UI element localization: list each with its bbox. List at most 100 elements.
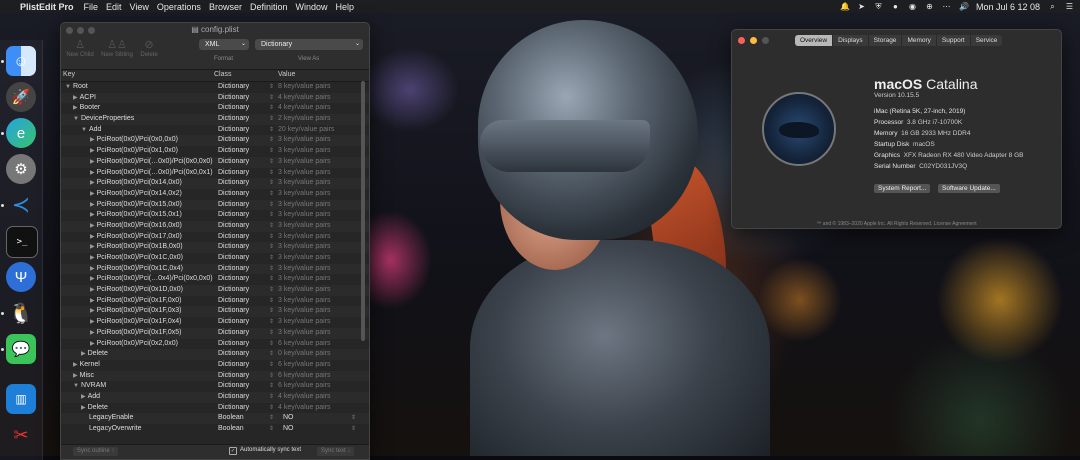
row-value[interactable]: 6 key/value pairs [278, 381, 331, 392]
disclosure-collapsed-icon[interactable]: ▶ [73, 362, 78, 368]
row-class[interactable]: Dictionary [218, 210, 249, 221]
menu-definition[interactable]: Definition [250, 2, 296, 12]
disclosure-collapsed-icon[interactable]: ▶ [90, 159, 95, 165]
class-stepper-icon[interactable]: ⇕ [269, 339, 274, 350]
edge-icon[interactable]: e [6, 118, 36, 148]
outline-row[interactable]: ▶ Delete Dictionary ⇕ 4 key/value pairs [61, 403, 369, 414]
tab-overview[interactable]: Overview [795, 35, 834, 46]
outline-row[interactable]: ▶ Misc Dictionary ⇕ 6 key/value pairs [61, 370, 369, 382]
row-class[interactable]: Dictionary [218, 306, 249, 317]
window-titlebar[interactable]: Overview Displays Storage Memory Support… [732, 30, 1061, 50]
row-class[interactable]: Dictionary [218, 274, 249, 285]
disclosure-collapsed-icon[interactable]: ▶ [90, 170, 95, 176]
outline-row[interactable]: ▶ PciRoot(0x0)/Pci(0x1C,0x0) Dictionary ⇕ 3 … [61, 253, 369, 264]
outline-row[interactable]: ▼ Add Dictionary ⇕ 20 key/value pairs [61, 125, 369, 136]
tab-storage[interactable]: Storage [869, 35, 903, 46]
class-stepper-icon[interactable]: ⇕ [269, 157, 274, 168]
row-value[interactable]: 3 key/value pairs [278, 296, 331, 307]
row-value[interactable]: 6 key/value pairs [278, 371, 331, 382]
disclosure-collapsed-icon[interactable]: ▶ [90, 266, 95, 272]
search-icon[interactable]: ⌕ [1048, 2, 1057, 11]
row-value[interactable]: 3 key/value pairs [278, 264, 331, 275]
menu-file[interactable]: File [84, 2, 107, 12]
minimize-button[interactable] [750, 37, 757, 44]
class-stepper-icon[interactable]: ⇕ [269, 168, 274, 179]
disclosure-collapsed-icon[interactable]: ▶ [90, 234, 95, 240]
class-stepper-icon[interactable]: ⇕ [269, 296, 274, 307]
row-class[interactable]: Boolean [218, 413, 244, 424]
outline-row[interactable]: LegacyOverwrite Boolean ⇕ NO ⇕ [61, 424, 369, 435]
class-stepper-icon[interactable]: ⇕ [269, 200, 274, 211]
menu-operations[interactable]: Operations [157, 2, 209, 12]
row-class[interactable]: Boolean [218, 424, 244, 435]
wechat-icon[interactable]: ◉ [908, 2, 917, 11]
row-class[interactable]: Dictionary [218, 168, 249, 179]
outline-row[interactable]: ▶ Add Dictionary ⇕ 4 key/value pairs [61, 391, 369, 403]
menu-view[interactable]: View [130, 2, 157, 12]
istat-icon[interactable]: ▥ [6, 384, 36, 414]
outline-row[interactable]: ▼ Root Dictionary ⇕ 8 key/value pairs [61, 82, 369, 93]
outline-row[interactable]: ▶ PciRoot(0x0)/Pci(0x1B,0x0) Dictionary ⇕ 3 … [61, 242, 369, 253]
terminal-icon[interactable]: >_ [6, 226, 38, 258]
row-value[interactable]: 3 key/value pairs [278, 135, 331, 146]
qq-icon[interactable]: 🐧 [6, 298, 36, 328]
row-class[interactable]: Dictionary [218, 296, 249, 307]
row-value[interactable]: 3 key/value pairs [278, 232, 331, 243]
sync-text-button[interactable]: Sync text ↓ [317, 447, 355, 456]
menu-list-icon[interactable]: ☰ [1065, 2, 1074, 11]
vscode-icon[interactable]: ≺ [6, 190, 36, 220]
row-value[interactable]: NO [283, 424, 294, 435]
row-class[interactable]: Dictionary [218, 103, 249, 114]
volume-icon[interactable]: 🔊 [959, 2, 969, 11]
row-value[interactable]: 6 key/value pairs [278, 360, 331, 371]
tab-support[interactable]: Support [937, 35, 971, 46]
row-value[interactable]: 4 key/value pairs [278, 93, 331, 104]
class-stepper-icon[interactable]: ⇕ [269, 253, 274, 264]
class-stepper-icon[interactable]: ⇕ [269, 242, 274, 253]
class-stepper-icon[interactable]: ⇕ [269, 135, 274, 146]
outline-row[interactable]: ▶ PciRoot(0x0)/Pci(0x1F,0x3) Dictionary ⇕ 3 … [61, 306, 369, 318]
window-titlebar[interactable]: ▤ config.plist [61, 23, 369, 37]
value-stepper-icon[interactable]: ⇕ [351, 413, 356, 424]
class-stepper-icon[interactable]: ⇕ [269, 82, 274, 93]
row-class[interactable]: Dictionary [218, 135, 249, 146]
row-class[interactable]: Dictionary [218, 178, 249, 189]
class-stepper-icon[interactable]: ⇕ [269, 264, 274, 275]
row-class[interactable]: Dictionary [218, 146, 249, 157]
row-value[interactable]: 3 key/value pairs [278, 210, 331, 221]
row-class[interactable]: Dictionary [218, 403, 249, 414]
disclosure-collapsed-icon[interactable]: ▶ [90, 341, 95, 347]
row-value[interactable]: 3 key/value pairs [278, 285, 331, 296]
outline-row[interactable]: ▶ PciRoot(0x0)/Pci(0x1D,0x0) Dictionary ⇕ 3 … [61, 285, 369, 296]
menu-browser[interactable]: Browser [209, 2, 250, 12]
dots-icon[interactable]: ⋯ [942, 2, 951, 11]
class-stepper-icon[interactable]: ⇕ [269, 93, 274, 104]
outline-row[interactable]: ▼ DeviceProperties Dictionary ⇕ 2 key/value … [61, 114, 369, 125]
row-class[interactable]: Dictionary [218, 339, 249, 350]
outline-row[interactable]: ▶ PciRoot(0x0)/Pci(0x0,0x0) Dictionary ⇕ 3 k… [61, 135, 369, 147]
disclosure-expanded-icon[interactable]: ▼ [73, 383, 79, 389]
class-stepper-icon[interactable]: ⇕ [269, 413, 274, 424]
class-stepper-icon[interactable]: ⇕ [269, 146, 274, 157]
disclosure-collapsed-icon[interactable]: ▶ [81, 405, 86, 411]
outline-row[interactable]: ▼ NVRAM Dictionary ⇕ 6 key/value pairs [61, 381, 369, 392]
row-class[interactable]: Dictionary [218, 349, 249, 360]
class-stepper-icon[interactable]: ⇕ [269, 424, 274, 435]
class-stepper-icon[interactable]: ⇕ [269, 403, 274, 414]
row-value[interactable]: 3 key/value pairs [278, 146, 331, 157]
zoom-button[interactable] [762, 37, 769, 44]
outline-row[interactable]: ▶ PciRoot(0x0)/Pci(0x14,0x2) Dictionary ⇕ 3 … [61, 189, 369, 200]
column-class-header[interactable]: Class [214, 71, 232, 78]
row-value[interactable]: 3 key/value pairs [278, 253, 331, 264]
disclosure-collapsed-icon[interactable]: ▶ [90, 244, 95, 250]
row-class[interactable]: Dictionary [218, 317, 249, 328]
column-value-header[interactable]: Value [278, 71, 295, 78]
class-stepper-icon[interactable]: ⇕ [269, 125, 274, 136]
row-class[interactable]: Dictionary [218, 264, 249, 275]
class-stepper-icon[interactable]: ⇕ [269, 114, 274, 125]
disclosure-collapsed-icon[interactable]: ▶ [90, 223, 95, 229]
clock[interactable]: Mon Jul 6 12 08 [976, 2, 1040, 12]
disclosure-collapsed-icon[interactable]: ▶ [81, 394, 86, 400]
disclosure-collapsed-icon[interactable]: ▶ [90, 287, 95, 293]
outline-row[interactable]: LegacyEnable Boolean ⇕ NO ⇕ [61, 413, 369, 424]
